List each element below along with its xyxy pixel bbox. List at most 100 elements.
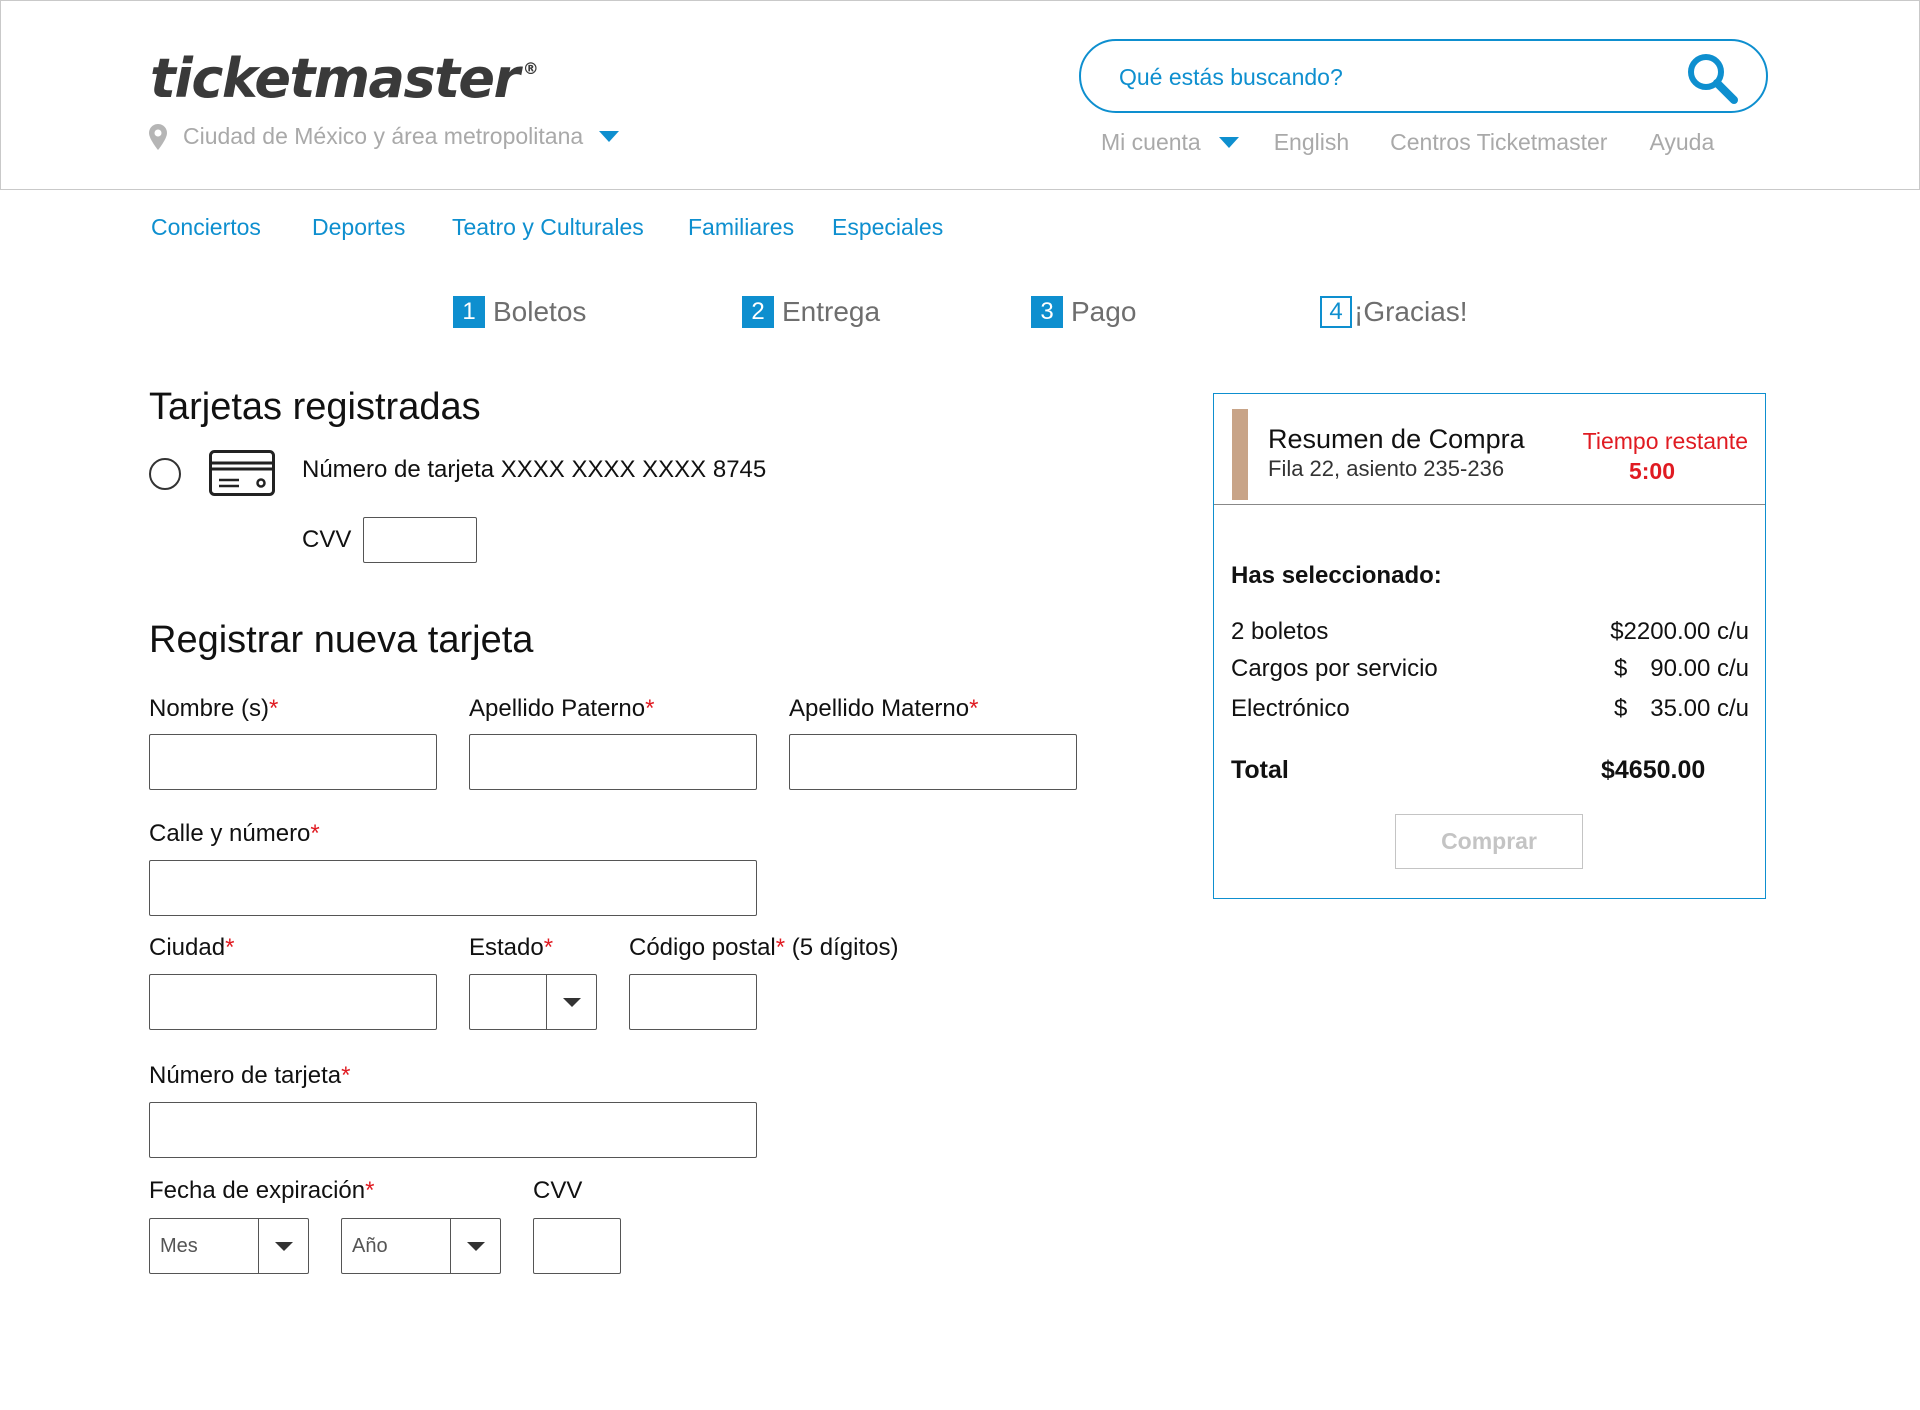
required-mark: * <box>341 1062 351 1089</box>
required-mark: * <box>645 695 655 722</box>
row-label: 2 boletos <box>1231 618 1329 645</box>
step-number: 2 <box>742 296 774 328</box>
new-cvv-label: CVV <box>533 1177 583 1204</box>
saved-card-radio[interactable] <box>149 458 181 490</box>
site-header: ticketmaster ® Ciudad de México y área me… <box>0 0 1920 190</box>
total-value: $4650.00 <box>1601 756 1706 784</box>
row-label: Cargos por servicio <box>1231 655 1438 682</box>
chevron-down-icon <box>562 997 581 1007</box>
summary-seats: Fila 22, asiento 235-236 <box>1268 456 1505 481</box>
row-amount: $2200.00 c/u <box>1610 618 1749 645</box>
timer-label: Tiempo restante <box>1582 428 1748 454</box>
purchase-summary: Resumen de Compra Fila 22, asiento 235-2… <box>1213 393 1766 899</box>
month-select[interactable]: Mes <box>149 1218 309 1274</box>
required-mark: * <box>269 695 279 722</box>
step-entrega: 2 Entrega <box>742 296 880 328</box>
help-link[interactable]: Ayuda <box>1649 129 1714 156</box>
summary-header: Resumen de Compra Fila 22, asiento 235-2… <box>1214 394 1765 505</box>
buy-button[interactable]: Comprar <box>1395 814 1583 869</box>
first-name-label: Nombre (s)* <box>149 695 278 723</box>
required-mark: * <box>225 934 235 961</box>
selected-heading: Has seleccionado: <box>1231 562 1442 589</box>
logo-text: ticketmaster <box>150 47 520 110</box>
label-text: Número de tarjeta <box>149 1062 342 1089</box>
chevron-down-icon[interactable] <box>1218 137 1239 148</box>
label-text: Nombre (s) <box>149 695 270 722</box>
step-number: 4 <box>1320 296 1352 328</box>
step-label: Entrega <box>782 296 881 327</box>
nav-deportes[interactable]: Deportes <box>312 214 405 241</box>
label-text: Código postal <box>629 934 776 961</box>
last-name-label: Apellido Paterno* <box>469 695 654 723</box>
step-pago: 3 Pago <box>1031 296 1136 328</box>
required-mark: * <box>310 820 320 847</box>
my-account-link[interactable]: Mi cuenta <box>1101 129 1201 156</box>
location-pin-icon <box>149 123 167 150</box>
required-mark: * <box>365 1177 375 1204</box>
last-name-field[interactable] <box>469 734 757 790</box>
saved-cvv-input[interactable] <box>363 517 477 563</box>
state-value <box>470 975 546 1029</box>
year-value: Año <box>352 1234 388 1257</box>
location-selector[interactable]: Ciudad de México y área metropolitana <box>149 123 620 150</box>
label-text: Fecha de expiración <box>149 1177 366 1204</box>
timer-value: 5:00 <box>1628 458 1675 484</box>
zip-field[interactable] <box>629 974 757 1030</box>
month-value: Mes <box>160 1234 198 1257</box>
mother-name-field[interactable] <box>789 734 1077 790</box>
summary-accent-bar <box>1232 409 1248 500</box>
nav-teatro-culturales[interactable]: Teatro y Culturales <box>452 214 644 241</box>
zip-hint: (5 dígitos) <box>785 934 899 961</box>
step-label: ¡Gracias! <box>1354 296 1468 327</box>
required-mark: * <box>543 934 554 961</box>
search-input[interactable] <box>1119 59 1659 95</box>
label-text: Ciudad <box>149 934 226 961</box>
card-number-label: Número de tarjeta* <box>149 1062 350 1090</box>
step-boletos: 1 Boletos <box>453 296 586 328</box>
year-select[interactable]: Año <box>341 1218 501 1274</box>
required-mark: * <box>775 934 786 961</box>
state-label: Estado* <box>469 934 553 962</box>
city-label: Ciudad* <box>149 934 234 962</box>
ticketmaster-centers-link[interactable]: Centros Ticketmaster <box>1390 129 1607 156</box>
year-dropdown-toggle[interactable] <box>450 1219 500 1273</box>
first-name-field[interactable] <box>149 734 437 790</box>
label-text: Apellido Materno <box>789 695 970 722</box>
row-amount: 90.00 c/u <box>1650 655 1749 682</box>
step-gracias: 4 ¡Gracias! <box>1320 296 1468 328</box>
chevron-down-icon <box>466 1241 485 1251</box>
total-label: Total <box>1231 756 1289 784</box>
month-dropdown-toggle[interactable] <box>258 1219 308 1273</box>
label-text: Apellido Paterno <box>469 695 646 722</box>
state-select[interactable] <box>469 974 597 1030</box>
expiration-label: Fecha de expiración* <box>149 1177 374 1205</box>
language-link[interactable]: English <box>1274 129 1349 156</box>
street-label: Calle y número* <box>149 820 320 848</box>
nav-conciertos[interactable]: Conciertos <box>151 214 261 241</box>
street-field[interactable] <box>149 860 757 916</box>
ticketmaster-logo[interactable]: ticketmaster ® <box>150 47 539 110</box>
nav-familiares[interactable]: Familiares <box>688 214 794 241</box>
step-label: Pago <box>1071 296 1137 327</box>
card-number-field[interactable] <box>149 1102 757 1158</box>
credit-card-icon <box>209 450 275 496</box>
search-bar <box>1079 39 1768 113</box>
saved-card-number: Número de tarjeta XXXX XXXX XXXX 8745 <box>302 456 767 483</box>
new-cvv-field[interactable] <box>533 1218 621 1274</box>
state-dropdown-toggle[interactable] <box>546 975 596 1029</box>
city-field[interactable] <box>149 974 437 1030</box>
search-icon[interactable] <box>1684 51 1740 105</box>
step-label: Boletos <box>493 296 587 327</box>
new-card-title: Registrar nueva tarjeta <box>149 619 534 661</box>
nav-especiales[interactable]: Especiales <box>832 214 943 241</box>
saved-cards-title: Tarjetas registradas <box>149 386 481 428</box>
logo-registered-mark: ® <box>522 59 539 78</box>
step-number: 1 <box>453 296 485 328</box>
row-currency: $ <box>1614 655 1628 682</box>
row-label: Electrónico <box>1231 695 1350 722</box>
step-number: 3 <box>1031 296 1063 328</box>
account-nav: Mi cuenta English Centros Ticketmaster A… <box>1101 129 1714 156</box>
zip-label: Código postal* (5 dígitos) <box>629 934 899 962</box>
row-currency: $ <box>1614 695 1628 722</box>
mother-name-label: Apellido Materno* <box>789 695 978 723</box>
